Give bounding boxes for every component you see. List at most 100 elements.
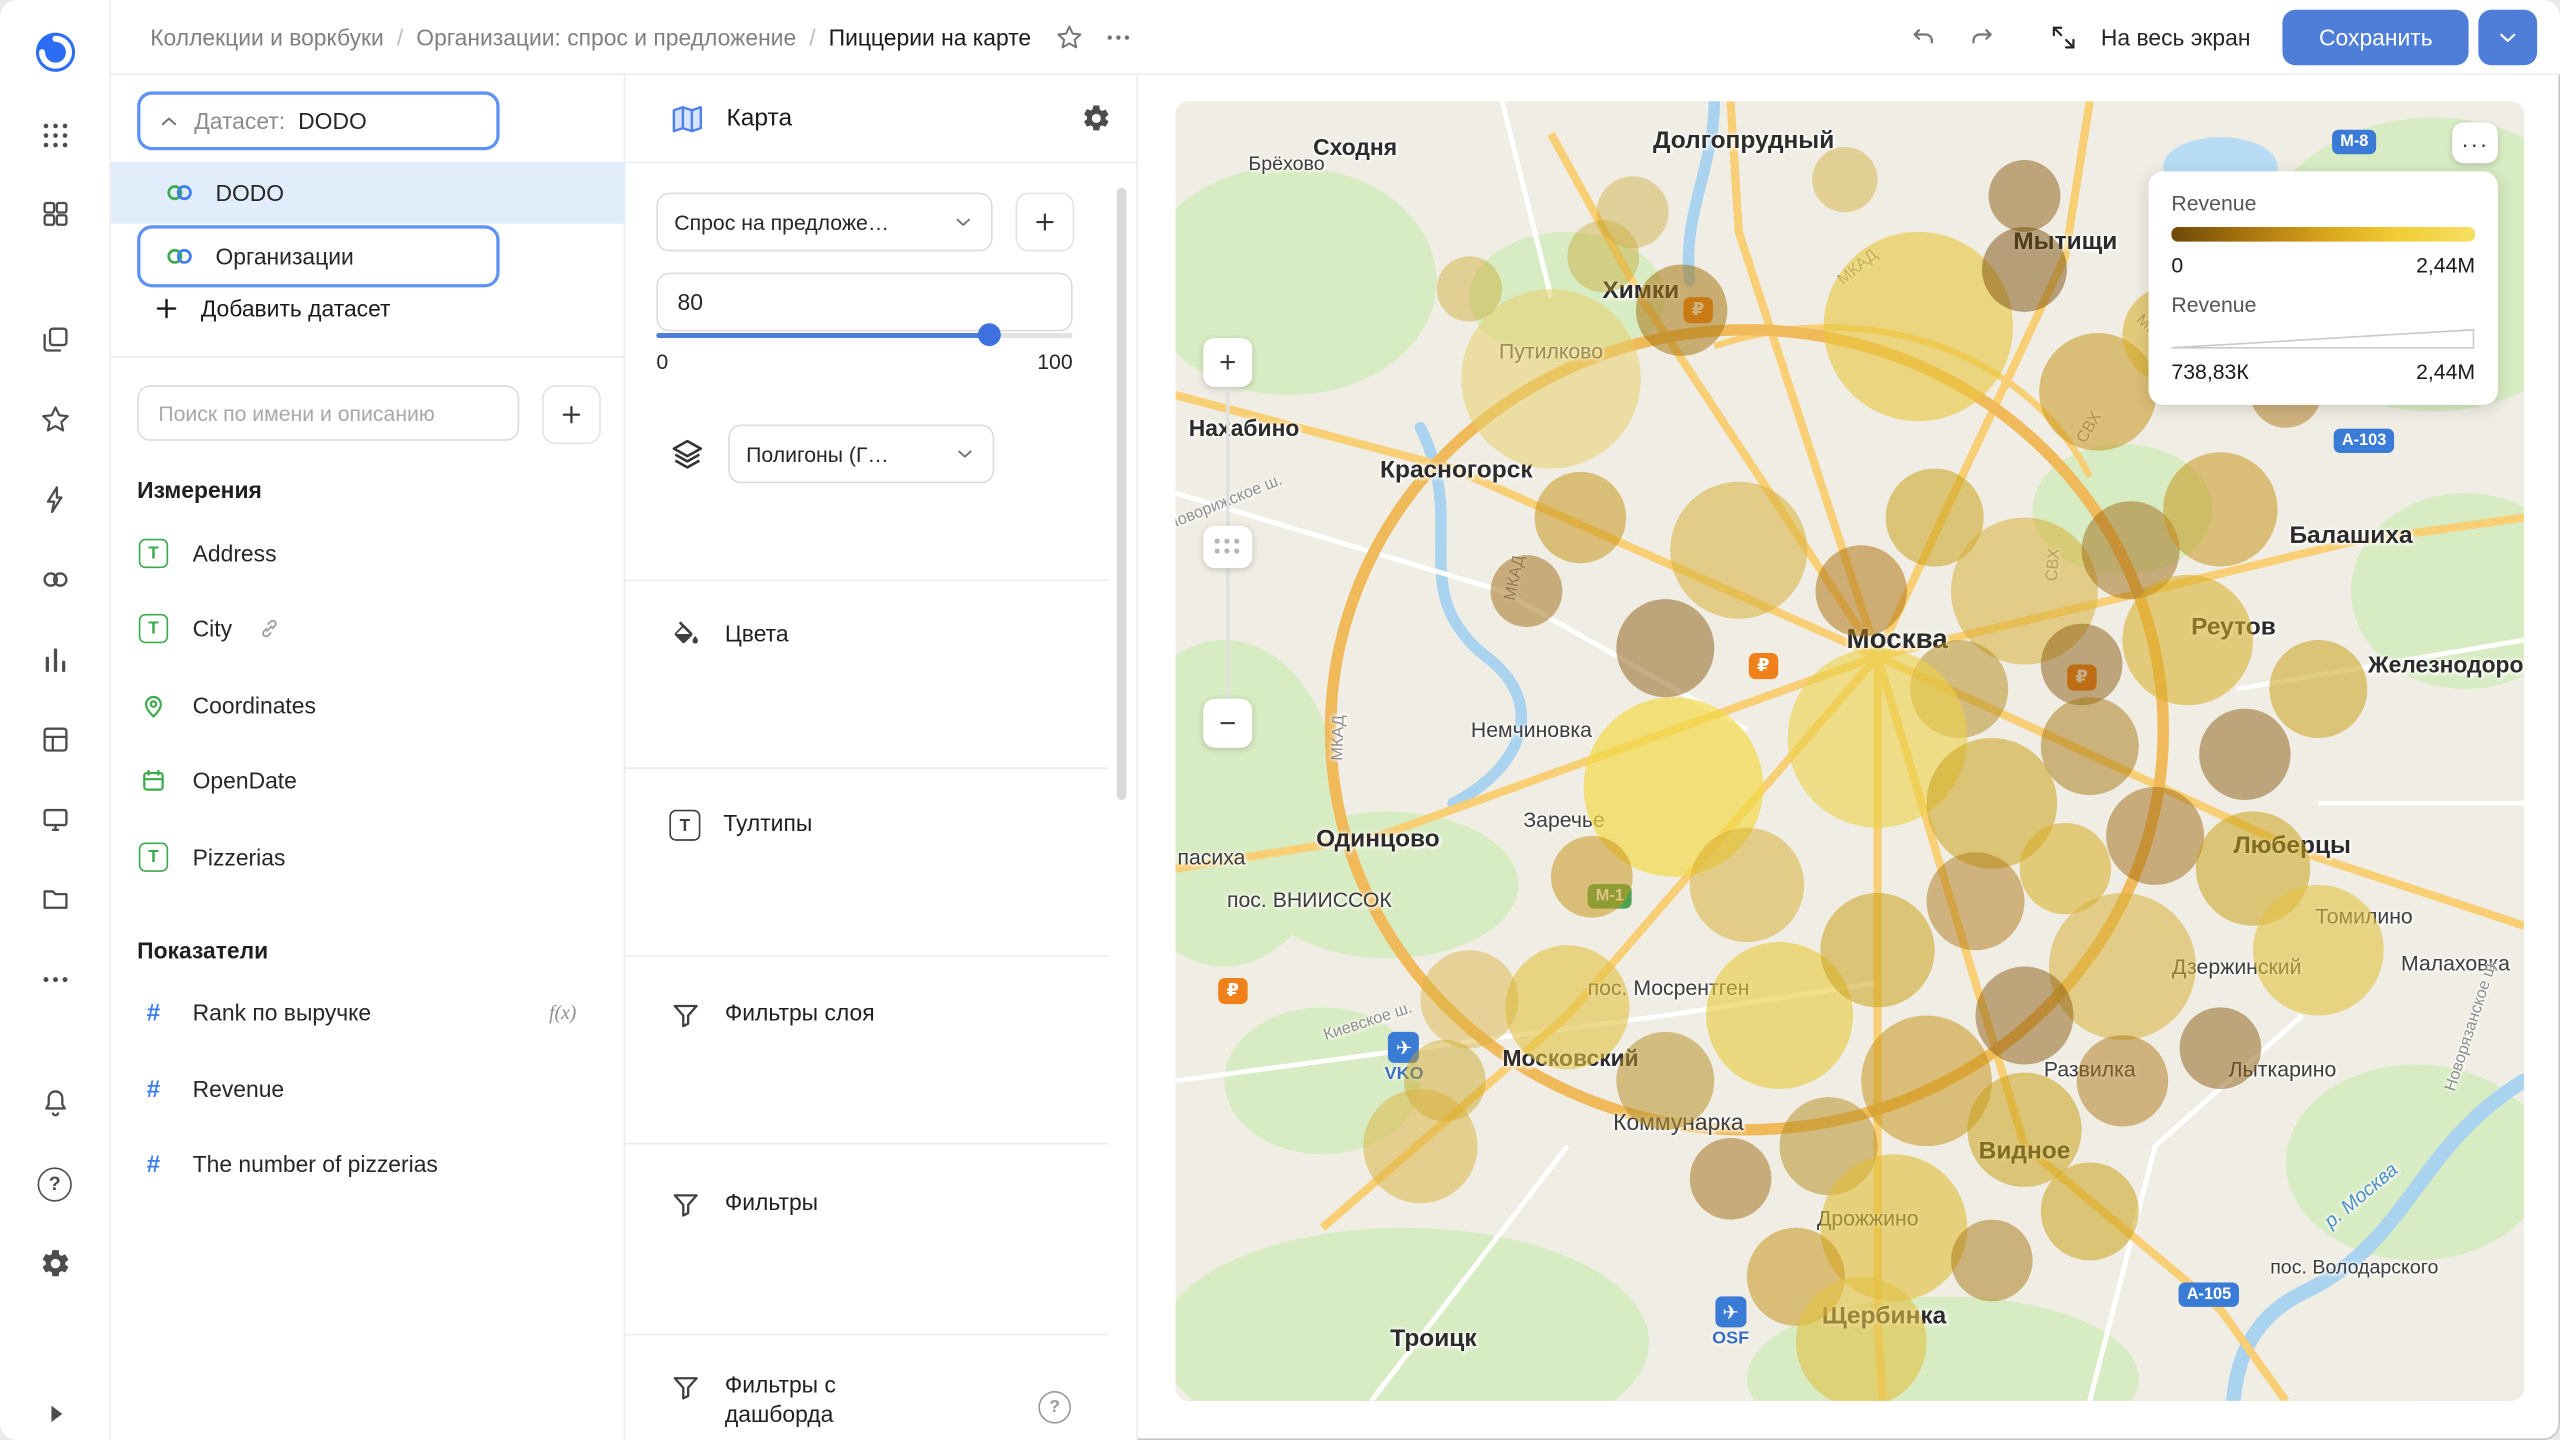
map-bubble[interactable]	[1796, 1277, 1927, 1401]
map-bubble[interactable]	[2180, 1007, 2262, 1089]
fullscreen-icon[interactable]	[2039, 12, 2088, 61]
map-bubble[interactable]	[1820, 893, 1934, 1007]
storage-icon[interactable]	[30, 875, 79, 924]
field-label: Pizzerias	[193, 844, 286, 870]
map-bubble[interactable]	[1812, 147, 1877, 212]
map-bubble[interactable]	[2106, 787, 2204, 885]
dataset-item-organizations[interactable]: Организации	[137, 225, 499, 287]
field-opendate[interactable]: OpenDate	[109, 744, 625, 816]
field-rank[interactable]: # Rank по выручке f(x)	[109, 976, 625, 1048]
slider-knob[interactable]	[978, 323, 1001, 346]
map-bubble[interactable]	[1690, 828, 1804, 942]
map-bubble[interactable]	[1636, 264, 1727, 355]
colors-section[interactable]: Цвета	[669, 620, 788, 653]
datalens-logo[interactable]	[30, 28, 79, 77]
map-canvas[interactable]: СходняБрёховоДолгопрудныйМытищиХимкиПути…	[1176, 101, 2525, 1401]
map-bubble[interactable]	[1420, 950, 1518, 1048]
field-number-of-pizzerias[interactable]: # The number of pizzerias	[109, 1128, 625, 1200]
map-bubble[interactable]	[2041, 1162, 2139, 1260]
field-search-input[interactable]	[137, 385, 519, 441]
breadcrumb-workbook[interactable]: Организации: спрос и предложение	[416, 24, 796, 50]
notifications-icon[interactable]	[30, 1079, 79, 1128]
map-bubble[interactable]	[1976, 967, 2074, 1065]
apps-grid-icon[interactable]	[30, 111, 79, 160]
map-bubble[interactable]	[2077, 1035, 2168, 1126]
dashboards-icon[interactable]	[30, 715, 79, 764]
charts-icon[interactable]	[30, 635, 79, 684]
collapse-panel-icon[interactable]	[30, 1389, 79, 1438]
field-label: Revenue	[193, 1076, 285, 1102]
editor-icon[interactable]	[30, 795, 79, 844]
favorites-icon[interactable]	[30, 395, 79, 444]
add-dataset-button[interactable]: Добавить датасет	[152, 294, 391, 323]
add-field-button[interactable]	[542, 385, 601, 444]
save-options-chevron[interactable]	[2478, 9, 2537, 65]
add-layer-button[interactable]	[1016, 193, 1075, 252]
more-services-icon[interactable]	[30, 955, 79, 1004]
field-label: Rank по выручке	[193, 999, 371, 1025]
dashboard-filters-section[interactable]: Фильтры с дашборда	[669, 1371, 888, 1428]
settings-icon[interactable]	[30, 1239, 79, 1288]
help-icon[interactable]: ?	[30, 1159, 79, 1208]
map-bubble[interactable]	[1989, 160, 2061, 232]
workbooks-icon[interactable]	[30, 315, 79, 364]
map-bubble[interactable]	[1982, 227, 2067, 312]
map-bubble[interactable]	[1505, 945, 1629, 1069]
config-scrollbar[interactable]	[1117, 188, 1127, 800]
field-revenue[interactable]: # Revenue	[109, 1053, 625, 1125]
collections-icon[interactable]	[30, 189, 79, 238]
field-address[interactable]: T Address	[109, 518, 625, 590]
field-pizzerias[interactable]: T Pizzerias	[109, 821, 625, 893]
map-bubble[interactable]	[1927, 852, 2025, 950]
section-label: Фильтры с дашборда	[725, 1371, 888, 1428]
datasets-icon[interactable]	[30, 555, 79, 604]
map-more-button[interactable]: ···	[2452, 122, 2498, 163]
geometry-type-select[interactable]: Полигоны (Г…	[728, 424, 994, 483]
map-bubble[interactable]	[1670, 482, 1807, 619]
field-coordinates[interactable]: Coordinates	[109, 669, 625, 741]
map-bubble[interactable]	[2041, 624, 2123, 706]
map-bubble[interactable]	[1363, 1089, 1477, 1203]
dataset-selector[interactable]: Датасет: DODO	[137, 91, 499, 150]
map-bubble[interactable]	[1616, 1032, 1714, 1130]
save-button[interactable]: Сохранить	[2283, 9, 2468, 65]
layer-opacity-slider[interactable]	[656, 323, 1072, 346]
map-bubble[interactable]	[1461, 289, 1641, 469]
tooltips-section[interactable]: T Тултипы	[669, 810, 812, 841]
map-bubble[interactable]	[2122, 575, 2253, 706]
funnel-icon	[669, 1371, 702, 1404]
map-bubble[interactable]	[1535, 472, 1626, 563]
map-bubble[interactable]	[1816, 545, 1907, 636]
redo-icon[interactable]	[1957, 12, 2006, 61]
map-bubble[interactable]	[1437, 256, 1502, 321]
map-bubble[interactable]	[1951, 1220, 2033, 1302]
section-help-icon[interactable]: ?	[1038, 1391, 1071, 1424]
quick-actions-icon[interactable]	[30, 475, 79, 524]
map-bubble[interactable]	[1551, 836, 1633, 918]
dataset-item-dodo[interactable]: DODO	[109, 162, 625, 224]
breadcrumb-more-icon[interactable]	[1093, 12, 1142, 61]
chart-settings-gear-icon[interactable]	[1081, 103, 1112, 134]
map-bubble[interactable]	[2253, 885, 2384, 1016]
zoom-out-button[interactable]: −	[1203, 699, 1252, 748]
favorite-star-icon[interactable]	[1044, 12, 1093, 61]
field-city[interactable]: T City	[109, 593, 625, 665]
fullscreen-label[interactable]: На весь экран	[2101, 24, 2251, 50]
zoom-slider-handle[interactable]	[1203, 526, 1252, 568]
layer-select[interactable]: Спрос на предложе…	[656, 193, 992, 252]
map-bubble[interactable]	[2163, 452, 2277, 566]
map-bubble[interactable]	[2269, 640, 2367, 738]
dataset-icon	[163, 176, 196, 209]
map-bubble[interactable]	[1491, 555, 1563, 627]
undo-icon[interactable]	[1898, 12, 1947, 61]
breadcrumb-current[interactable]: Пиццерии на карте	[829, 24, 1031, 50]
zoom-in-button[interactable]: +	[1203, 338, 1252, 387]
map-bubble[interactable]	[2041, 697, 2139, 795]
map-bubble[interactable]	[1616, 599, 1714, 697]
layer-filters-section[interactable]: Фильтры слоя	[669, 999, 874, 1032]
breadcrumb-collections[interactable]: Коллекции и воркбуки	[150, 24, 384, 50]
map-bubble[interactable]	[1567, 220, 1639, 292]
map-bubble[interactable]	[2199, 709, 2290, 800]
map-bubble[interactable]	[1690, 1138, 1772, 1220]
filters-section[interactable]: Фильтры	[669, 1189, 818, 1222]
